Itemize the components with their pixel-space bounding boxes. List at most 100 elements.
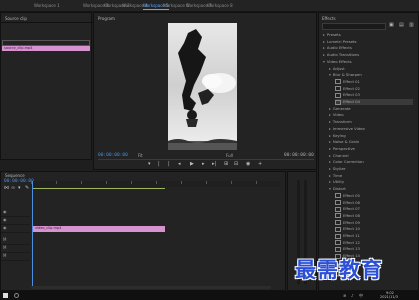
source-panel-title[interactable]: Source clip (5, 16, 89, 21)
mute-icon[interactable]: M (3, 237, 6, 242)
workspace-tab[interactable]: Workspace 1 (34, 3, 60, 8)
eye-icon[interactable]: ◉ (3, 217, 7, 222)
folder-caret-icon: ▸ (329, 145, 331, 151)
step-forward-icon[interactable]: ▸ (202, 162, 205, 167)
effect-folder[interactable]: ▸ Generate (329, 106, 413, 111)
ime-icon[interactable]: 中 (359, 293, 363, 298)
folder-caret-icon: ▸ (329, 65, 331, 71)
program-quality-select[interactable]: Full (226, 153, 233, 158)
effect-item[interactable]: Effect 11 (335, 233, 413, 239)
clock-date[interactable]: 2021/11/3 (380, 295, 398, 299)
program-title[interactable]: Program (98, 16, 218, 21)
taskbar-search-icon[interactable] (14, 293, 19, 298)
start-icon[interactable] (3, 293, 8, 298)
export-frame-icon[interactable]: ◉ (246, 162, 250, 167)
extract-icon[interactable]: ⊟ (234, 162, 238, 167)
effect-item[interactable]: Effect 07 (335, 206, 413, 212)
eye-icon[interactable]: ◉ (3, 225, 7, 230)
go-to-out-icon[interactable]: ▸| (212, 162, 216, 167)
effect-folder[interactable]: ▸ Presets (323, 32, 413, 37)
program-video-frame (168, 23, 237, 150)
effect-folder[interactable]: ▾ Video Effects (323, 59, 413, 64)
go-to-in-icon[interactable]: | (168, 162, 170, 167)
linked-icon[interactable]: ∞ (11, 186, 15, 191)
snap-icon[interactable]: ⋈ (4, 186, 9, 191)
effect-folder[interactable]: ▾ Distort (329, 186, 413, 191)
timeline-title[interactable]: Sequence (5, 173, 185, 178)
effect-folder[interactable]: ▸ Video (329, 112, 413, 117)
workspace-tab[interactable]: Workspace 6 (163, 3, 189, 8)
mute-icon[interactable]: M (3, 253, 6, 258)
timeline-clip[interactable]: video_clip.mp4 (33, 226, 165, 232)
step-back-icon[interactable]: ◂ (178, 162, 181, 167)
program-timecode-left[interactable]: 00:00:00:00 (98, 153, 128, 158)
program-fit-select[interactable]: Fit (138, 153, 143, 158)
video-preview-image (168, 23, 237, 150)
effects-title[interactable]: Effects (322, 16, 362, 21)
mark-in-icon[interactable]: ▾ (148, 162, 151, 167)
effect-item[interactable]: Effect 09 (335, 220, 413, 226)
effect-folder[interactable]: ▸ Utility (329, 179, 413, 184)
effect-item[interactable]: Effect 06 (335, 200, 413, 205)
effect-label: Effect 07 (343, 206, 360, 212)
effect-item[interactable]: Effect 10 (335, 226, 413, 232)
wrench-icon[interactable]: ✎ (25, 186, 29, 191)
effect-item[interactable]: Effect 01 (335, 79, 413, 85)
mute-icon[interactable]: M (3, 245, 6, 250)
playhead[interactable] (32, 181, 33, 287)
effect-label: Perspective (332, 145, 355, 151)
effect-icon (335, 206, 341, 212)
workspace-tab[interactable]: Workspace 8 (207, 3, 233, 8)
new-bin-icon[interactable]: ▣ (389, 23, 394, 28)
delete-icon[interactable]: ▤ (399, 23, 404, 28)
effect-folder[interactable]: ▸ Adjust (329, 66, 413, 71)
volume-icon[interactable]: ♪ (351, 293, 354, 298)
effect-folder[interactable]: ▸ Channel (329, 153, 413, 158)
eye-icon[interactable]: ◉ (3, 209, 7, 214)
effect-folder[interactable]: ▸ Perspective (329, 146, 413, 151)
effect-folder[interactable]: ▸ Transform (329, 119, 413, 124)
effect-folder[interactable]: ▸ Immersive Video (329, 126, 413, 131)
effect-label: Keying (332, 132, 346, 138)
effect-item[interactable]: Effect 13 (335, 246, 413, 252)
effect-folder[interactable]: ▸ Audio Effects (323, 45, 413, 50)
effect-item[interactable]: Effect 02 (335, 86, 413, 92)
effect-label: Effect 09 (343, 219, 360, 225)
effect-item[interactable]: Effect 05 (335, 193, 413, 199)
effect-label: Noise & Grain (332, 139, 360, 145)
effect-folder[interactable]: ▸ Lumetri Presets (323, 39, 413, 44)
folder-caret-icon: ▸ (329, 179, 331, 185)
play-icon[interactable]: ▶ (190, 162, 194, 167)
folder-caret-icon: ▸ (323, 32, 325, 37)
timeline-panel: Sequence 00:00:00:00 ⋈ ∞ ▾ ✎ ◉ ◉ ◉ M M M… (0, 171, 286, 291)
timeline-scrollbar[interactable] (31, 286, 271, 289)
program-monitor: Program 00:00:00:00 Fit Full 00:00:00:00 (93, 12, 317, 170)
folder-caret-icon: ▸ (329, 172, 331, 178)
effects-search-input[interactable] (322, 23, 386, 30)
timeline-timecode[interactable]: 00:00:00:00 (4, 179, 34, 184)
network-icon[interactable]: ≋ (343, 293, 346, 298)
effect-item[interactable]: Effect 04 (335, 99, 413, 105)
effect-item[interactable]: Effect 12 (335, 240, 413, 246)
lift-icon[interactable]: ⊞ (224, 162, 228, 167)
effect-folder[interactable]: ▸ Keying (329, 133, 413, 138)
folder-caret-icon: ▸ (329, 166, 331, 171)
effect-label: Transform (332, 119, 352, 125)
effect-folder[interactable]: ▸ Time (329, 173, 413, 178)
effect-folder[interactable]: ▸ Noise & Grain (329, 139, 413, 144)
source-clip-item[interactable]: source_clip.mp4 (2, 46, 90, 51)
effect-folder[interactable]: ▸ Stylize (329, 166, 413, 171)
filter-icon[interactable]: ▥ (409, 23, 414, 28)
effect-icon (335, 200, 341, 205)
effect-item[interactable]: Effect 08 (335, 213, 413, 219)
effect-folder[interactable]: ▾ Blur & Sharpen (329, 72, 413, 77)
timeline-ruler[interactable] (31, 181, 281, 187)
mark-out-icon[interactable]: | (158, 162, 160, 167)
work-area-bar[interactable] (33, 188, 165, 189)
effect-item[interactable]: Effect 03 (335, 92, 413, 98)
effect-folder[interactable]: ▸ Color Correction (329, 159, 413, 164)
add-button-icon[interactable]: + (258, 162, 262, 167)
effect-folder[interactable]: ▸ Audio Transitions (323, 52, 413, 57)
marker-icon[interactable]: ▾ (18, 186, 21, 191)
program-scrub-bar[interactable] (98, 159, 314, 160)
